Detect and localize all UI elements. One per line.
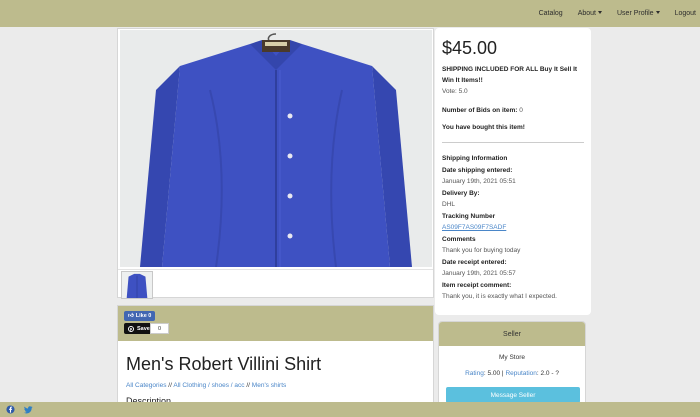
date-shipping-value: January 19th, 2021 05:51 (442, 178, 516, 185)
product-title: Men's Robert Villini Shirt (126, 354, 322, 374)
message-seller-button[interactable]: Message Seller (446, 387, 580, 403)
shipping-note: SHIPPING INCLUDED FOR ALL Buy It Sell It… (442, 66, 578, 84)
breadcrumb: All Categories // All Clothing / shoes /… (126, 382, 433, 389)
caret-down-icon (655, 11, 660, 14)
breadcrumb-mens-shirts[interactable]: Men's shirts (252, 382, 286, 389)
listing-info-card: $45.00 SHIPPING INCLUDED FOR ALL Buy It … (435, 28, 591, 315)
date-receipt-label: Date receipt entered: (442, 258, 507, 266)
nav-about-label: About (577, 10, 596, 17)
tracking-number-link[interactable]: AS09F7AS09F7SADF (442, 222, 584, 234)
nav-catalog-label: Catalog (538, 10, 563, 17)
shirt-thumbnail-image (122, 272, 152, 298)
delivery-by-value: DHL (442, 201, 456, 208)
seller-rating-line: Rating: 5.00 | Reputation: 2.0 - ? (439, 370, 585, 377)
save-count: 0 (150, 323, 169, 334)
tracking-number-label: Tracking Number (442, 212, 496, 220)
pinterest-icon: p (128, 325, 134, 332)
top-navbar: Catalog About User Profile Logout (0, 0, 700, 27)
reputation-value: : 2.0 - ? (536, 370, 559, 377)
nav-logout[interactable]: Logout (675, 10, 696, 17)
shipping-info-heading: Shipping Information (442, 155, 508, 162)
shirt-image (120, 30, 432, 267)
facebook-like-button[interactable]: 👍︎ Like 0 (124, 311, 156, 321)
twitter-icon[interactable] (24, 405, 33, 414)
product-image-card (117, 28, 434, 299)
breadcrumb-separator: // (246, 382, 250, 389)
bid-count-value: 0 (519, 107, 523, 114)
nav-links: Catalog About User Profile Logout (524, 0, 696, 27)
seller-heading: Seller (439, 322, 585, 346)
comments-value: Thank you for buying today (442, 247, 521, 254)
product-title-card: 👍︎ Like 0 p Save 0 Men's Robert Villini … (117, 305, 434, 417)
receipt-comment-label: Item receipt comment: (442, 281, 512, 289)
facebook-icon[interactable] (6, 405, 15, 414)
receipt-comment-value: Thank you, it is exactly what I expected… (442, 293, 557, 300)
thumbnail-image[interactable] (121, 271, 153, 299)
breadcrumb-all-clothing[interactable]: All Clothing / shoes / acc (173, 382, 244, 389)
social-share-bar: 👍︎ Like 0 p Save 0 (118, 306, 433, 341)
date-shipping-label: Date shipping entered: (442, 166, 513, 174)
footer-bar (0, 402, 700, 417)
item-price: $45.00 (442, 38, 498, 58)
breadcrumb-separator: // (168, 382, 172, 389)
nav-about-dropdown[interactable]: About (578, 10, 602, 17)
reputation-link[interactable]: Reputation (505, 370, 536, 377)
thumbnail-strip (118, 269, 433, 299)
seller-name: My Store (498, 354, 525, 361)
rating-link[interactable]: Rating (465, 370, 484, 377)
nav-logout-label: Logout (674, 10, 696, 17)
main-product-photo[interactable] (120, 30, 432, 267)
pinterest-save-label: Save (137, 325, 150, 332)
nav-catalog[interactable]: Catalog (539, 10, 563, 17)
bought-notice: You have bought this item! (442, 124, 525, 131)
thumbs-up-icon: 👍︎ (128, 313, 134, 319)
caret-down-icon (598, 11, 602, 14)
comments-label: Comments (442, 235, 476, 243)
bid-count: Number of Bids on item: 0 (442, 105, 584, 116)
divider (442, 142, 584, 143)
delivery-by-label: Delivery By: (442, 189, 480, 197)
vote-score: Vote: 5.0 (442, 88, 468, 95)
date-receipt-value: January 19th, 2021 05:57 (442, 270, 516, 277)
facebook-like-label: Like 0 (135, 313, 152, 319)
rating-value: : 5.00 | (483, 370, 506, 377)
bid-count-label: Number of Bids on item: (442, 107, 520, 114)
nav-user-profile-dropdown[interactable]: User Profile (617, 10, 660, 17)
breadcrumb-all-categories[interactable]: All Categories (126, 382, 166, 389)
nav-user-profile-label: User Profile (617, 10, 654, 17)
